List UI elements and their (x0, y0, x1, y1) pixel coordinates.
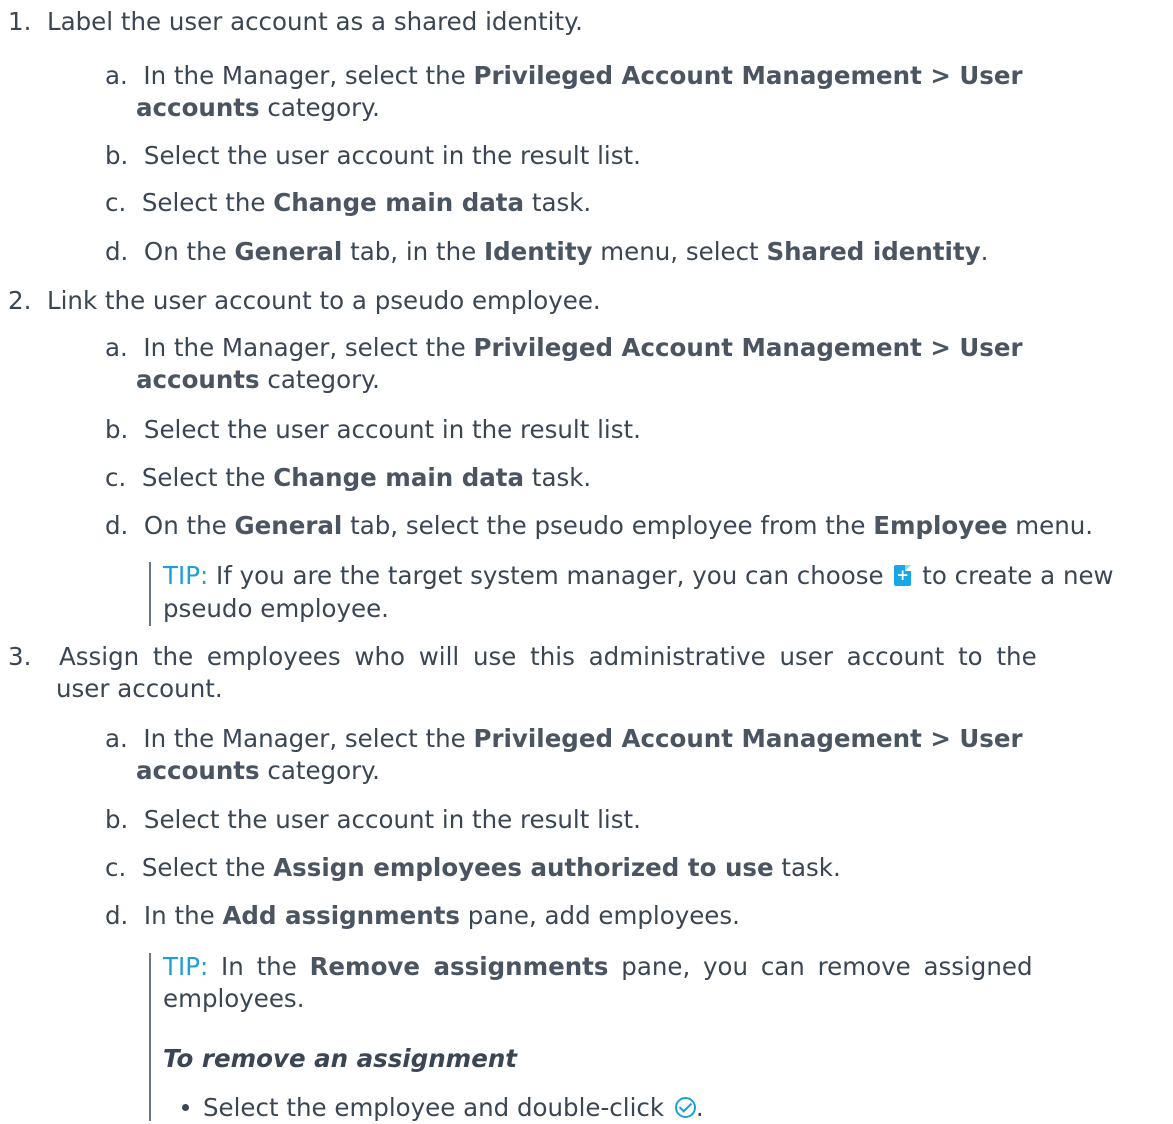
step-3-cont: user account. (56, 674, 223, 703)
tip-3-cont: employees. (163, 984, 305, 1013)
substep-3a-cont: accounts category. (136, 756, 380, 785)
add-document-icon (894, 565, 912, 586)
tip-2: TIP: If you are the target system manage… (163, 560, 1114, 592)
substep-1d: d. On the General tab, in the Identity m… (105, 237, 989, 266)
substep-3a: a. In the Manager, select the Privileged… (105, 724, 1023, 753)
step-text: Label the user account as a shared ident… (46, 7, 583, 36)
substep-2b: b. Select the user account in the result… (105, 415, 641, 444)
step-2: 2. Link the user account to a pseudo emp… (8, 285, 601, 317)
step-text: Assign the employees who will use this a… (58, 642, 1037, 671)
tip-bar (149, 953, 151, 1121)
step-number: 2. (8, 286, 32, 315)
substep-2a: a. In the Manager, select the Privileged… (105, 333, 1023, 362)
step-number: 3. (8, 642, 32, 671)
substep-1c: c. Select the Change main data task. (105, 188, 592, 217)
substep-2a-cont: accounts category. (136, 365, 380, 394)
tip-label: TIP: (163, 561, 209, 590)
substep-1a: a. In the Manager, select the Privileged… (105, 61, 1023, 90)
tip-label: TIP: (163, 952, 209, 981)
tip-3: TIP: In the Remove assignments pane, you… (163, 952, 1033, 981)
step-number: 1. (8, 7, 32, 36)
substep-3d: d. In the Add assignments pane, add empl… (105, 901, 740, 930)
tip-bar (149, 562, 151, 626)
substep-1a-cont: accounts category. (136, 93, 380, 122)
substep-2d: d. On the General tab, select the pseudo… (105, 511, 1094, 540)
substep-1b: b. Select the user account in the result… (105, 141, 641, 170)
tip-2-cont: pseudo employee. (163, 594, 389, 623)
sub-heading: To remove an assignment (163, 1044, 517, 1073)
step-1: 1. Label the user account as a shared id… (8, 6, 583, 38)
substep-2c: c. Select the Change main data task. (105, 463, 592, 492)
step-text: Link the user account to a pseudo employ… (46, 286, 601, 315)
checkmark-circle-icon (674, 1097, 696, 1118)
substep-3b: b. Select the user account in the result… (105, 805, 641, 834)
bullet-item: Select the employee and double-click . (182, 1092, 704, 1124)
bullet-dot (182, 1104, 189, 1111)
step-3: 3. Assign the employees who will use thi… (8, 641, 1037, 673)
substep-3c: c. Select the Assign employees authorize… (105, 853, 841, 882)
